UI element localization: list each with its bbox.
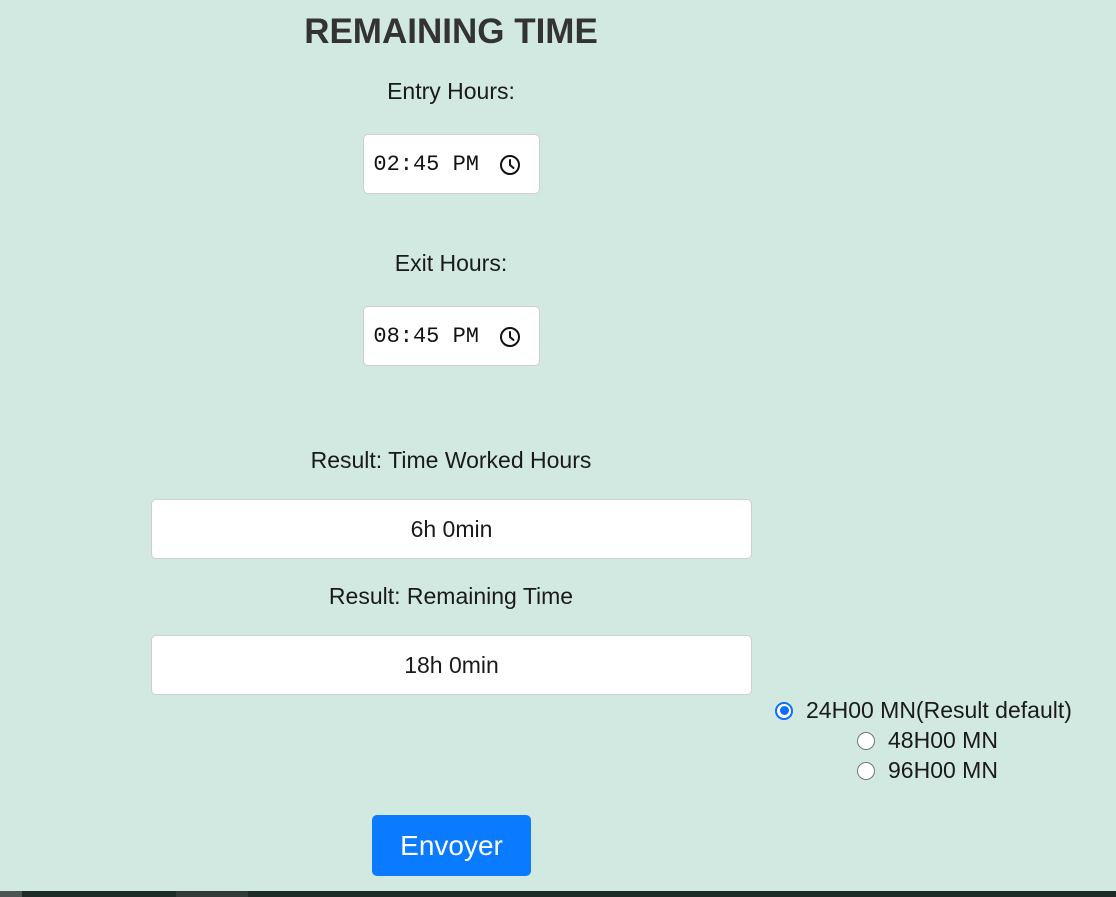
taskbar-item[interactable]	[0, 891, 22, 897]
remaining-time-result: 18h 0min	[151, 635, 752, 695]
entry-hours-label: Entry Hours:	[387, 78, 515, 104]
radio-option-24h[interactable]: 24H00 MN(Result default)	[775, 697, 1072, 724]
remaining-time-label: Result: Remaining Time	[328, 583, 574, 609]
radio-option-96h[interactable]: 96H00 MN	[857, 757, 998, 784]
clock-icon[interactable]	[498, 325, 522, 349]
clock-icon[interactable]	[498, 153, 522, 177]
time-worked-result: 6h 0min	[151, 499, 752, 559]
radio-option-48h[interactable]: 48H00 MN	[857, 727, 998, 754]
radio-label-48h[interactable]: 48H00 MN	[888, 727, 998, 754]
exit-time-value[interactable]: 08:45 PM	[373, 324, 479, 349]
taskbar	[0, 891, 1116, 897]
radio-label-24h[interactable]: 24H00 MN(Result default)	[806, 697, 1072, 724]
taskbar-item[interactable]	[176, 891, 248, 897]
submit-button[interactable]: Envoyer	[372, 815, 531, 876]
radio-button-24h[interactable]	[775, 701, 793, 720]
exit-time-input[interactable]: 08:45 PM	[363, 306, 540, 366]
page-title: REMAINING TIME	[304, 12, 598, 51]
radio-label-96h[interactable]: 96H00 MN	[888, 757, 998, 784]
exit-hours-label: Exit Hours:	[394, 250, 508, 276]
radio-button-96h[interactable]	[857, 761, 875, 780]
radio-button-48h[interactable]	[857, 731, 875, 750]
entry-time-value[interactable]: 02:45 PM	[373, 152, 479, 177]
entry-time-input[interactable]: 02:45 PM	[363, 134, 540, 194]
time-worked-label: Result: Time Worked Hours	[310, 447, 592, 473]
